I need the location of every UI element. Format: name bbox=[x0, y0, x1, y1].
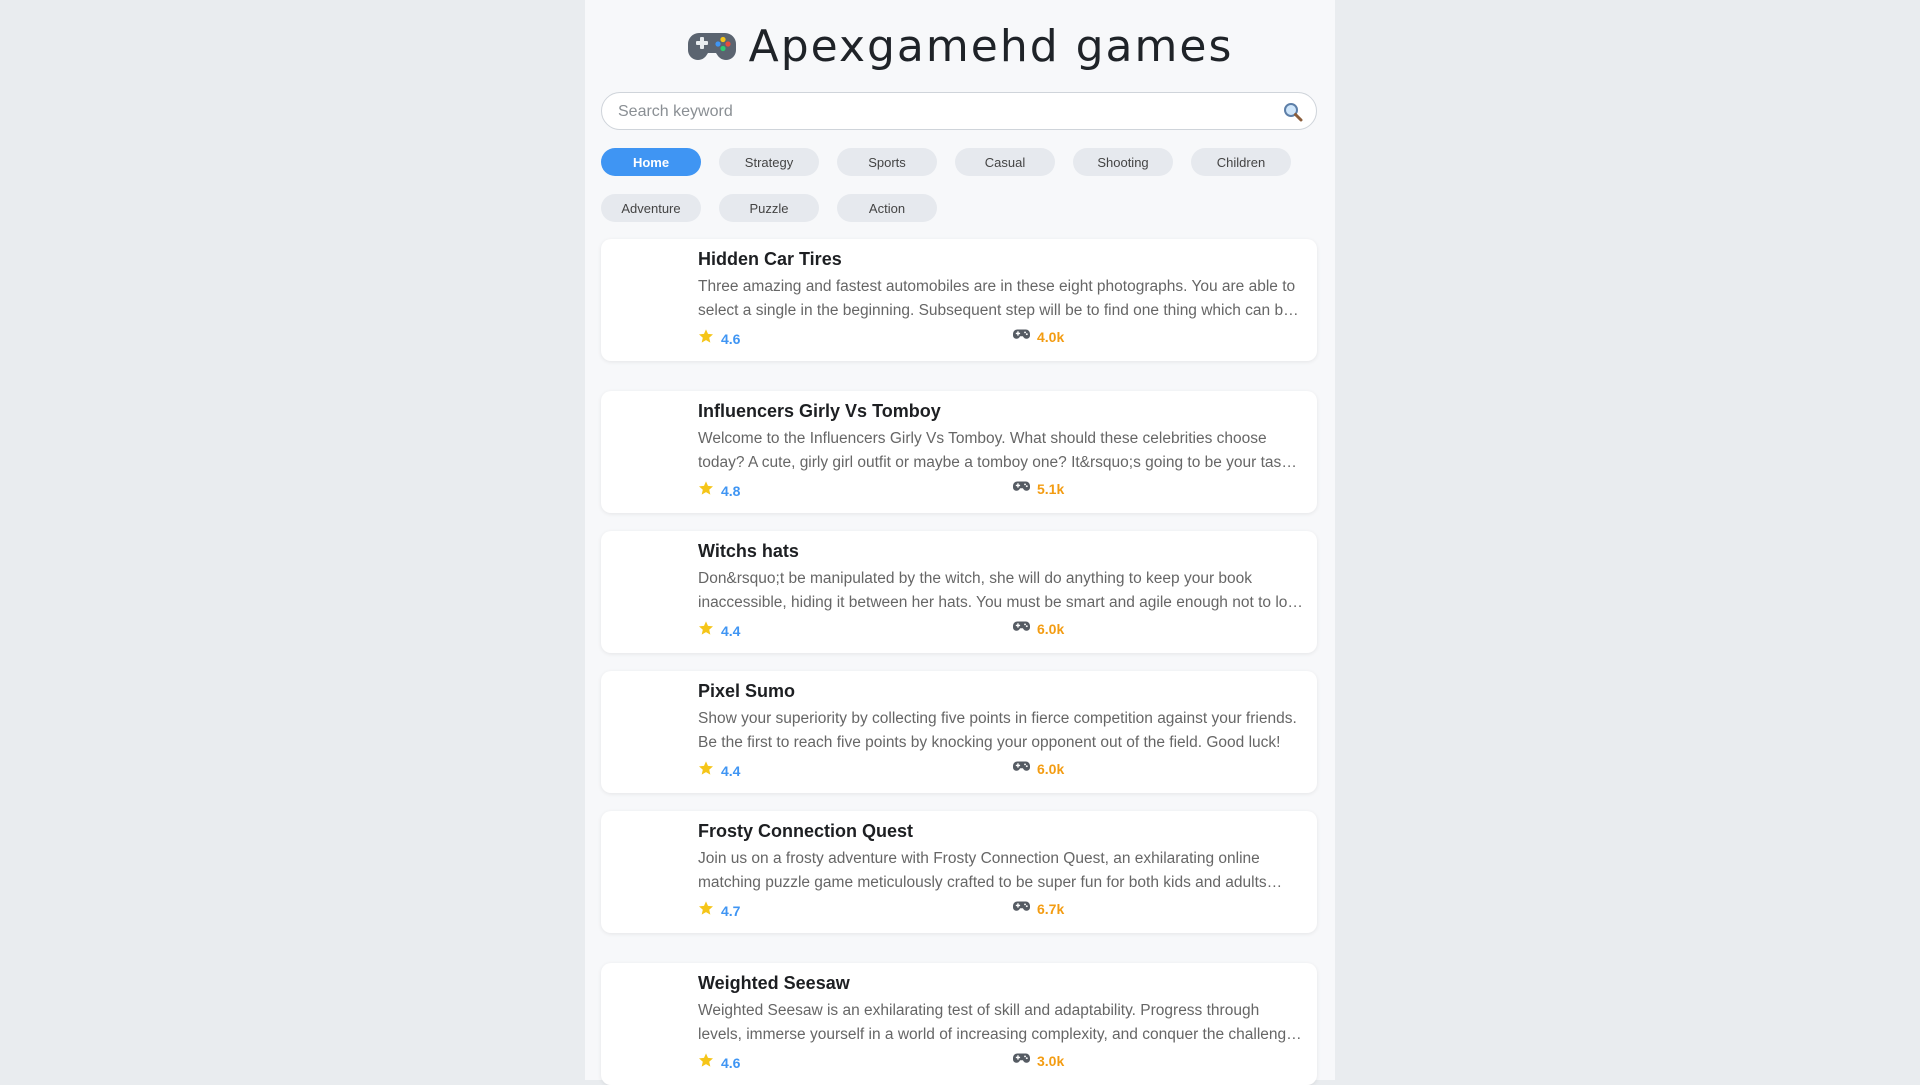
gamepad-icon bbox=[1013, 480, 1030, 498]
game-title[interactable]: Weighted Seesaw bbox=[698, 973, 850, 994]
game-description: Join us on a frosty adventure with Frost… bbox=[698, 850, 1267, 891]
game-rating: 4.4 bbox=[698, 760, 740, 781]
game-thumbnail[interactable] bbox=[613, 543, 685, 615]
category-home[interactable]: Home bbox=[601, 148, 701, 176]
rating-value: 4.4 bbox=[721, 622, 741, 639]
game-thumbnail[interactable] bbox=[613, 975, 685, 1047]
star-icon bbox=[698, 620, 714, 641]
game-card[interactable]: Influencers Girly Vs Tomboy Welcome to t… bbox=[601, 391, 1317, 513]
gamepad-icon bbox=[1013, 1052, 1030, 1070]
rating-value: 4.8 bbox=[721, 482, 741, 499]
game-title[interactable]: Hidden Car Tires bbox=[698, 249, 842, 270]
category-adventure[interactable]: Adventure bbox=[601, 194, 701, 222]
gamepad-icon bbox=[1013, 328, 1030, 346]
category-children[interactable]: Children bbox=[1191, 148, 1291, 176]
game-plays: 6.0k bbox=[1013, 760, 1064, 778]
site-title: Apexgamehd games bbox=[748, 20, 1234, 72]
game-rating: 4.6 bbox=[698, 1052, 740, 1073]
game-card[interactable]: Pixel Sumo Show your superiority by coll… bbox=[601, 671, 1317, 793]
game-card[interactable]: Witchs hats Don&rsquo;t be manipulated b… bbox=[601, 531, 1317, 653]
game-plays: 6.7k bbox=[1013, 900, 1064, 918]
rating-value: 4.7 bbox=[721, 902, 741, 919]
game-plays: 6.0k bbox=[1013, 620, 1064, 638]
gamepad-icon bbox=[687, 27, 737, 65]
game-plays: 5.1k bbox=[1013, 480, 1064, 498]
star-icon bbox=[698, 328, 714, 349]
game-thumbnail[interactable] bbox=[613, 251, 685, 323]
rating-value: 4.6 bbox=[721, 330, 741, 347]
plays-value: 6.0k bbox=[1037, 761, 1065, 777]
plays-value: 4.0k bbox=[1037, 329, 1065, 345]
game-plays: 4.0k bbox=[1013, 328, 1064, 346]
plays-value: 6.7k bbox=[1037, 901, 1065, 917]
game-title[interactable]: Pixel Sumo bbox=[698, 681, 795, 702]
game-thumbnail[interactable] bbox=[613, 683, 685, 755]
game-description: Welcome to the Influencers Girly Vs Tomb… bbox=[698, 430, 1290, 471]
gamepad-icon bbox=[1013, 760, 1030, 778]
game-card[interactable]: Frosty Connection Quest Join us on a fro… bbox=[601, 811, 1317, 933]
plays-value: 5.1k bbox=[1037, 481, 1065, 497]
page: Apexgamehd games Home Strategy Sports Ca… bbox=[585, 0, 1335, 1085]
plays-value: 3.0k bbox=[1037, 1053, 1065, 1069]
game-description: Three amazing and fastest automobiles ar… bbox=[698, 278, 1296, 319]
game-plays: 3.0k bbox=[1013, 1052, 1064, 1070]
star-icon bbox=[698, 900, 714, 921]
game-thumbnail[interactable] bbox=[613, 823, 685, 895]
game-rating: 4.4 bbox=[698, 620, 740, 641]
star-icon bbox=[698, 1052, 714, 1073]
plays-value: 6.0k bbox=[1037, 621, 1065, 637]
game-title[interactable]: Witchs hats bbox=[698, 541, 799, 562]
site-header: Apexgamehd games bbox=[585, 0, 1335, 92]
search-bar bbox=[601, 92, 1317, 131]
game-rating: 4.8 bbox=[698, 480, 740, 501]
category-strategy[interactable]: Strategy bbox=[719, 148, 819, 176]
rating-value: 4.4 bbox=[721, 762, 741, 779]
category-shooting[interactable]: Shooting bbox=[1073, 148, 1173, 176]
rating-value: 4.6 bbox=[721, 1054, 741, 1071]
gamepad-icon bbox=[1013, 900, 1030, 918]
gamepad-icon bbox=[1013, 620, 1030, 638]
category-casual[interactable]: Casual bbox=[955, 148, 1055, 176]
game-title[interactable]: Frosty Connection Quest bbox=[698, 821, 913, 842]
game-title[interactable]: Influencers Girly Vs Tomboy bbox=[698, 401, 941, 422]
game-rating: 4.7 bbox=[698, 900, 740, 921]
search-icon[interactable] bbox=[1282, 101, 1304, 123]
game-rating: 4.6 bbox=[698, 328, 740, 349]
game-card[interactable]: Weighted Seesaw Weighted Seesaw is an ex… bbox=[601, 963, 1317, 1085]
category-puzzle[interactable]: Puzzle bbox=[719, 194, 819, 222]
game-description: Don&rsquo;t be manipulated by the witch,… bbox=[698, 570, 1304, 611]
category-sports[interactable]: Sports bbox=[837, 148, 937, 176]
game-description: Weighted Seesaw is an exhilarating test … bbox=[698, 1002, 1303, 1043]
star-icon bbox=[698, 760, 714, 781]
category-nav: Home Strategy Sports Casual Shooting Chi… bbox=[601, 148, 1317, 222]
game-description: Show your superiority by collecting five… bbox=[698, 710, 1297, 751]
star-icon bbox=[698, 480, 714, 501]
game-card[interactable]: Hidden Car Tires Three amazing and faste… bbox=[601, 239, 1317, 361]
search-input[interactable] bbox=[616, 93, 1260, 131]
category-action[interactable]: Action bbox=[837, 194, 937, 222]
game-thumbnail[interactable] bbox=[613, 403, 685, 475]
